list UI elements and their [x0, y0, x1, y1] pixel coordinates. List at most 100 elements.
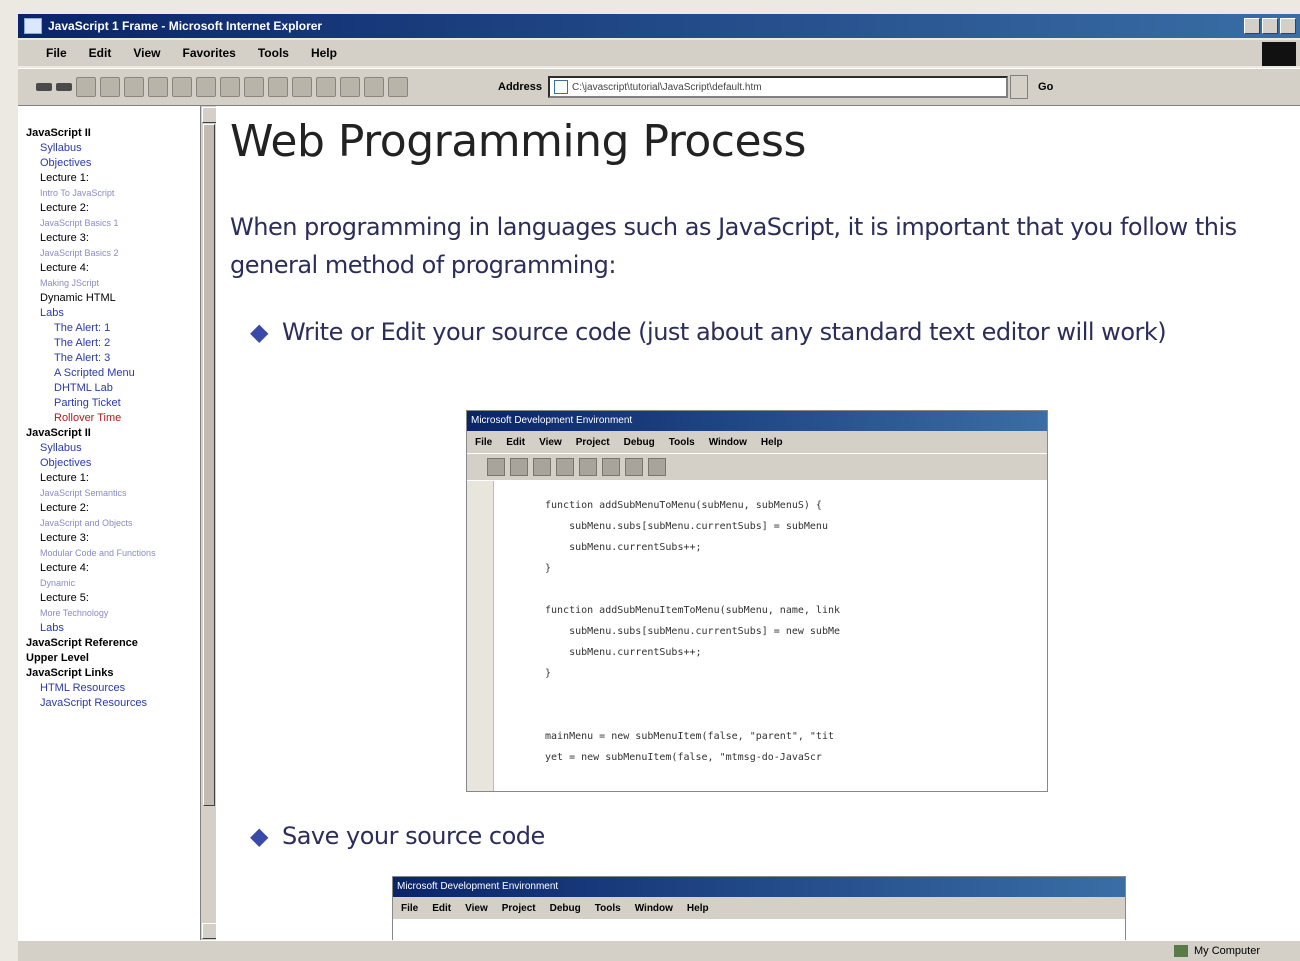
- forward-icon[interactable]: [56, 83, 72, 91]
- nav-item[interactable]: Lecture 1:: [18, 171, 200, 186]
- bullet-text: Write or Edit your source code (just abo…: [281, 318, 1167, 346]
- nav-item[interactable]: Objectives: [18, 456, 200, 471]
- ide-menu-item: Project: [575, 436, 610, 448]
- nav-item[interactable]: Labs: [18, 621, 200, 636]
- nav-tree: JavaScript II Syllabus Objectives Lecture 1…: [18, 106, 200, 711]
- nav-item[interactable]: The Alert: 3: [18, 351, 200, 366]
- history-icon[interactable]: [196, 77, 216, 97]
- page-title: Web Programming Process: [230, 116, 806, 167]
- bullet-edit-source: ◆ Write or Edit your source code (just ab…: [250, 314, 1290, 350]
- stop-icon[interactable]: [76, 77, 96, 97]
- nav-item[interactable]: Lecture 5:: [18, 591, 200, 606]
- ide-tool-icon: [625, 458, 643, 476]
- nav-item[interactable]: JavaScript Basics 2: [18, 246, 200, 261]
- menu-favorites[interactable]: Favorites: [182, 46, 235, 60]
- discuss-icon[interactable]: [292, 77, 312, 97]
- nav-item[interactable]: Lecture 1:: [18, 471, 200, 486]
- nav-item[interactable]: Intro To JavaScript: [18, 186, 200, 201]
- scroll-thumb[interactable]: [203, 124, 215, 806]
- menu-help[interactable]: Help: [311, 46, 337, 60]
- address-dropdown-button[interactable]: [1010, 75, 1029, 99]
- folder-icon[interactable]: [340, 77, 360, 97]
- nav-item[interactable]: The Alert: 2: [18, 336, 200, 351]
- ide-menu-item: Help: [686, 902, 709, 914]
- ide-tool-icon: [602, 458, 620, 476]
- nav-item[interactable]: HTML Resources: [18, 681, 200, 696]
- nav-item[interactable]: JavaScript II: [18, 126, 200, 141]
- home-icon[interactable]: [124, 77, 144, 97]
- ide-tool-icon: [648, 458, 666, 476]
- nav-item[interactable]: Dynamic HTML: [18, 291, 200, 306]
- nav-item[interactable]: Lecture 3:: [18, 531, 200, 546]
- menu-edit[interactable]: Edit: [89, 46, 112, 60]
- ide-code: function addSubMenuToMenu(subMenu, subMe…: [545, 500, 841, 763]
- ide-gutter: [467, 481, 494, 791]
- nav-item[interactable]: Lecture 2:: [18, 501, 200, 516]
- nav-item[interactable]: JavaScript Semantics: [18, 486, 200, 501]
- nav-scrollbar[interactable]: [200, 106, 218, 940]
- ide-menu-item: Debug: [623, 436, 655, 448]
- bullet-save-source: ◆ Save your source code: [250, 818, 545, 854]
- maximize-button[interactable]: [1262, 18, 1278, 34]
- nav-item[interactable]: Labs: [18, 306, 200, 321]
- nav-item[interactable]: DHTML Lab: [18, 381, 200, 396]
- nav-item[interactable]: JavaScript and Objects: [18, 516, 200, 531]
- ide-menu: File Edit View Project Debug Tools Windo…: [393, 897, 1125, 919]
- nav-item[interactable]: Dynamic: [18, 576, 200, 591]
- favorites-icon[interactable]: [172, 77, 192, 97]
- ide-screenshot-2: Microsoft Development Environment File E…: [392, 876, 1126, 940]
- ide-menu-item: View: [539, 436, 562, 448]
- status-zone: My Computer: [1193, 945, 1260, 957]
- nav-item[interactable]: Lecture 4:: [18, 561, 200, 576]
- nav-item[interactable]: JavaScript Basics 1: [18, 216, 200, 231]
- nav-item[interactable]: JavaScript Resources: [18, 696, 200, 711]
- back-icon[interactable]: [36, 83, 52, 91]
- nav-item[interactable]: Syllabus: [18, 441, 200, 456]
- chat-icon[interactable]: [364, 77, 384, 97]
- nav-item[interactable]: Objectives: [18, 156, 200, 171]
- menu-tools[interactable]: Tools: [258, 46, 289, 60]
- nav-item[interactable]: Syllabus: [18, 141, 200, 156]
- menu-bar: File Edit View Favorites Tools Help: [18, 40, 1300, 66]
- menu-file[interactable]: File: [46, 46, 67, 60]
- nav-item[interactable]: JavaScript Reference: [18, 636, 200, 651]
- print-icon[interactable]: [244, 77, 264, 97]
- refresh-icon[interactable]: [100, 77, 120, 97]
- mail-icon[interactable]: [220, 77, 240, 97]
- nav-item[interactable]: Making JScript: [18, 276, 200, 291]
- nav-item[interactable]: JavaScript Links: [18, 666, 200, 681]
- ie-throbber-logo: [1262, 42, 1296, 66]
- intro-text: When programming in languages such as Ja…: [230, 213, 1237, 279]
- tools-icon[interactable]: [388, 77, 408, 97]
- status-bar: My Computer: [18, 940, 1300, 961]
- navigation-frame: JavaScript II Syllabus Objectives Lecture 1…: [18, 106, 200, 940]
- nav-item[interactable]: Rollover Time: [18, 411, 200, 426]
- nav-item[interactable]: Lecture 2:: [18, 201, 200, 216]
- menu-view[interactable]: View: [133, 46, 160, 60]
- bullet-text: Save your source code: [281, 822, 545, 850]
- nav-item[interactable]: Upper Level: [18, 651, 200, 666]
- search-icon[interactable]: [148, 77, 168, 97]
- nav-item[interactable]: The Alert: 1: [18, 321, 200, 336]
- nav-item[interactable]: A Scripted Menu: [18, 366, 200, 381]
- ide-menu-item: File: [401, 902, 419, 914]
- browser-toolbar: Address C:\javascript\tutorial\JavaScrip…: [18, 68, 1300, 106]
- ide-tool-icon: [556, 458, 574, 476]
- ide-screenshot: Microsoft Development Environment File E…: [466, 410, 1048, 792]
- window-controls: [1244, 18, 1296, 34]
- go-button[interactable]: Go: [1038, 81, 1053, 93]
- minimize-button[interactable]: [1244, 18, 1260, 34]
- bullet-icon: ◆: [250, 318, 268, 346]
- ie-window-icon: [24, 18, 42, 34]
- ide-toolbar: [467, 453, 1047, 480]
- nav-item[interactable]: JavaScript II: [18, 426, 200, 441]
- nav-item[interactable]: More Technology: [18, 606, 200, 621]
- nav-item[interactable]: Lecture 4:: [18, 261, 200, 276]
- edit-icon[interactable]: [268, 77, 288, 97]
- nav-item[interactable]: Parting Ticket: [18, 396, 200, 411]
- close-button[interactable]: [1280, 18, 1296, 34]
- nav-item[interactable]: Lecture 3:: [18, 231, 200, 246]
- nav-item[interactable]: Modular Code and Functions: [18, 546, 200, 561]
- messenger-icon[interactable]: [316, 77, 336, 97]
- address-input[interactable]: C:\javascript\tutorial\JavaScript\defaul…: [548, 76, 1009, 98]
